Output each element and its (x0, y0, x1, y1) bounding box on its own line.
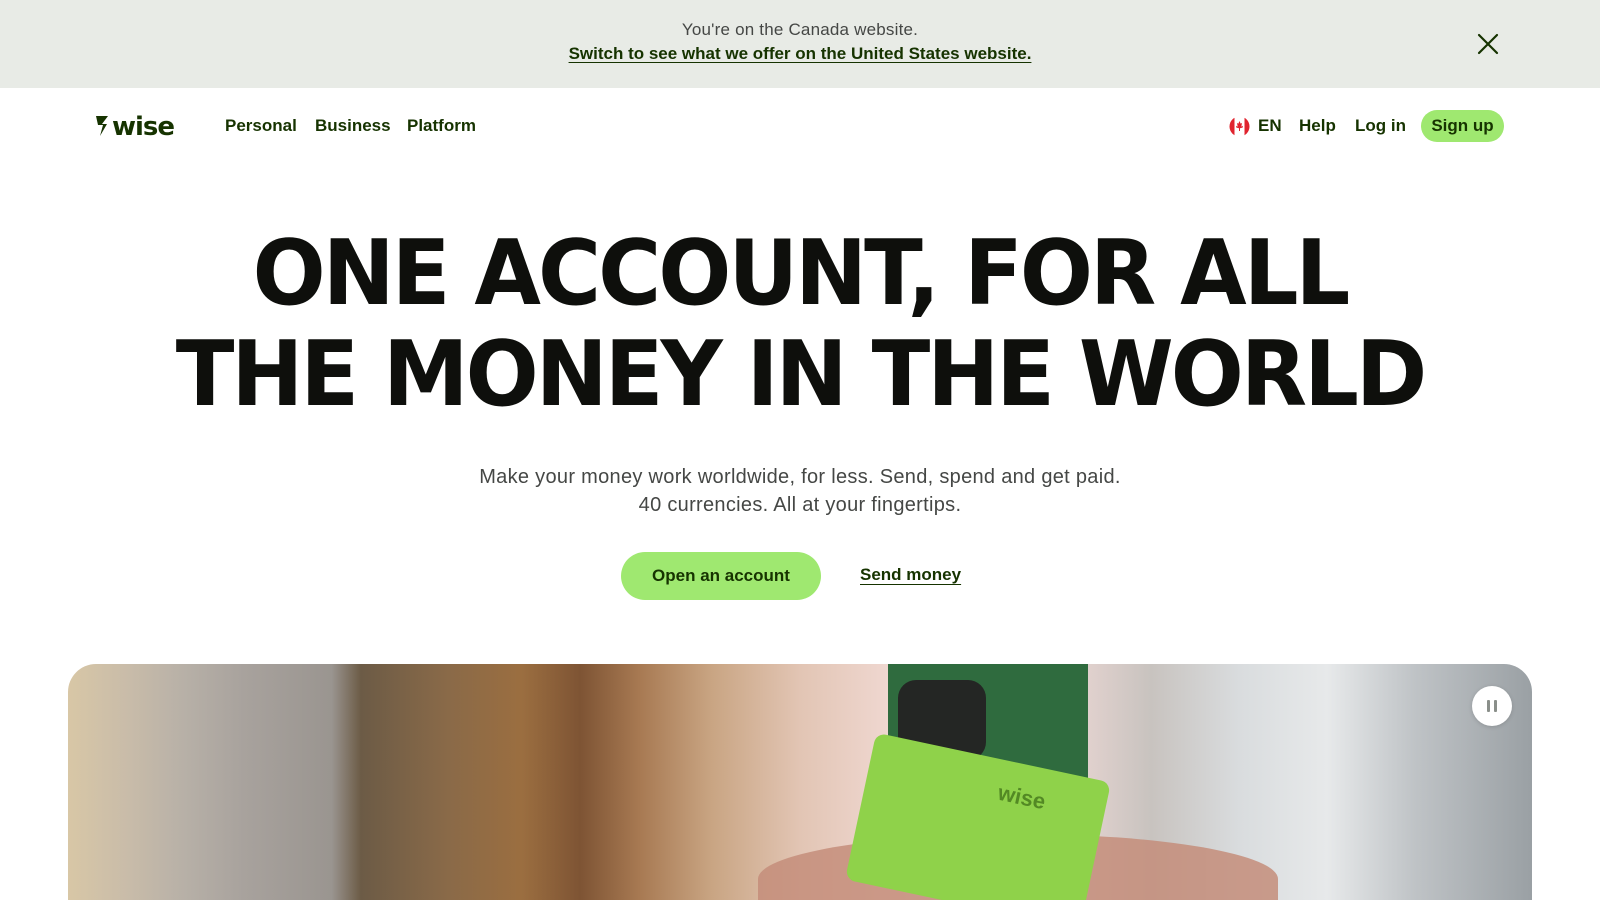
help-link[interactable]: Help (1299, 116, 1336, 136)
hero-subtitle-line-1: Make your money work worldwide, for less… (479, 466, 1121, 488)
nav-personal[interactable]: Personal (225, 116, 297, 136)
login-link[interactable]: Log in (1355, 116, 1406, 136)
hero-subtitle: Make your money work worldwide, for less… (0, 463, 1600, 519)
canada-flag-icon (1229, 116, 1250, 137)
region-banner: You're on the Canada website. Switch to … (0, 0, 1600, 88)
open-account-button[interactable]: Open an account (621, 552, 821, 600)
language-label: EN (1258, 116, 1282, 135)
hero-subtitle-line-2: 40 currencies. All at your fingertips. (638, 494, 962, 516)
site-header: wise Personal Business Platform EN Help … (0, 88, 1600, 164)
svg-text:wise: wise (112, 112, 174, 140)
switch-site-link[interactable]: Switch to see what we offer on the Unite… (569, 44, 1032, 63)
hero-video: wise (68, 664, 1532, 900)
nav-platform[interactable]: Platform (407, 116, 476, 136)
hero-title: ONE ACCOUNT, FOR ALL THE MONEY IN THE WO… (0, 223, 1600, 425)
banner-message: You're on the Canada website. (681, 20, 919, 39)
signup-button[interactable]: Sign up (1421, 110, 1504, 142)
hero-title-line-1: ONE ACCOUNT, FOR ALL (252, 221, 1351, 327)
language-selector[interactable]: EN (1229, 114, 1282, 138)
pause-icon[interactable] (1472, 686, 1512, 726)
nav-business[interactable]: Business (315, 116, 391, 136)
close-icon[interactable] (1474, 30, 1502, 58)
hero-title-line-2: THE MONEY IN THE WORLD (175, 321, 1428, 427)
send-money-link[interactable]: Send money (860, 565, 961, 585)
wise-logo[interactable]: wise (94, 110, 186, 142)
banner-switch-site: Switch to see what we offer on the Unite… (0, 44, 1600, 64)
